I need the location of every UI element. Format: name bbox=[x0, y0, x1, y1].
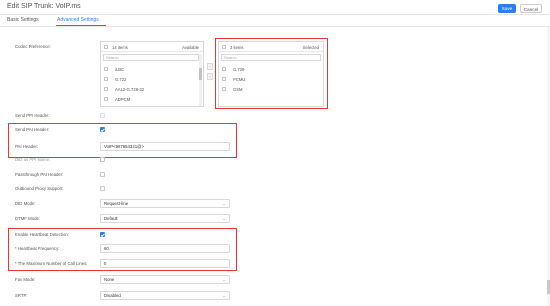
outbound-proxy-checkbox[interactable] bbox=[100, 186, 105, 191]
pai-header-label: PAI Header: bbox=[15, 144, 39, 149]
available-count: 14 items bbox=[112, 44, 128, 50]
pai-header-input[interactable]: VoIP<987654321@> bbox=[100, 142, 230, 151]
chevron-down-icon: ⌄ bbox=[222, 201, 226, 206]
codec-item-label: ADPCM bbox=[115, 96, 131, 102]
passthrough-pai-label: Passthrough PAI Header: bbox=[15, 172, 64, 177]
available-codec-item[interactable]: iLBC bbox=[101, 64, 199, 74]
send-pai-header-label: Send PAI Header: bbox=[15, 127, 50, 132]
move-left-button[interactable]: ‹ bbox=[207, 73, 213, 80]
did-ppi-name-checkbox[interactable] bbox=[100, 157, 105, 162]
cancel-button[interactable]: Cancel bbox=[520, 4, 542, 13]
tab-bar: Basic Settings Advanced Settings bbox=[0, 15, 550, 27]
available-codec-item[interactable]: AAL2-G.726-32 bbox=[101, 84, 199, 94]
send-pai-header-checkbox[interactable] bbox=[100, 127, 105, 132]
available-panel-header: 14 items Available bbox=[101, 42, 203, 52]
page-header: Edit SIP Trunk: VoIP.ms Save Cancel bbox=[0, 0, 550, 15]
send-ppi-header-label: Send PPI Header: bbox=[15, 113, 50, 118]
max-call-lines-label: * The Maximum Number of Call Lines: bbox=[15, 261, 88, 266]
tab-advanced-settings[interactable]: Advanced Settings bbox=[57, 17, 99, 23]
chevron-down-icon: ⌄ bbox=[222, 293, 226, 298]
chevron-down-icon: ⌄ bbox=[222, 277, 226, 282]
available-scrollbar[interactable] bbox=[199, 54, 202, 106]
codec-item-label: AAL2-G.726-32 bbox=[115, 86, 145, 92]
heartbeat-frequency-label: * Heartbeat Frequency: bbox=[15, 246, 60, 251]
fax-mode-label: Fax Mode: bbox=[15, 277, 36, 282]
passthrough-pai-checkbox[interactable] bbox=[100, 172, 105, 177]
active-tab-indicator bbox=[56, 25, 106, 26]
dtmf-mode-select[interactable]: Default ⌄ bbox=[100, 214, 230, 223]
max-call-lines-input[interactable]: 0 bbox=[100, 259, 230, 268]
srtp-label: SRTP: bbox=[15, 293, 28, 298]
heartbeat-label: Enable Heartbeat Detection: bbox=[15, 232, 69, 237]
chevron-down-icon: ⌄ bbox=[222, 216, 226, 221]
available-codec-item[interactable]: G.722 bbox=[101, 74, 199, 84]
available-select-all-checkbox[interactable] bbox=[104, 44, 108, 49]
codec-preference-label: Codec Preference: bbox=[15, 44, 51, 49]
codec-item-label: G.722 bbox=[115, 76, 127, 82]
codec-available-panel: 14 items Available Search iLBC G.722 AAL… bbox=[100, 41, 204, 107]
heartbeat-frequency-input[interactable]: 60 bbox=[100, 244, 230, 253]
save-button[interactable]: Save bbox=[498, 4, 516, 13]
codec-checkbox[interactable] bbox=[104, 87, 108, 91]
page-title: Edit SIP Trunk: VoIP.ms bbox=[7, 3, 81, 10]
move-right-button[interactable]: › bbox=[207, 63, 213, 70]
codec-item-label: iLBC bbox=[115, 66, 125, 72]
codec-checkbox[interactable] bbox=[104, 67, 108, 71]
heartbeat-checkbox[interactable] bbox=[100, 232, 105, 237]
send-ppi-header-checkbox[interactable] bbox=[100, 113, 105, 118]
did-mode-label: DID Mode: bbox=[15, 201, 36, 206]
selected-codecs-highlight bbox=[215, 38, 328, 109]
dtmf-mode-label: DTMF Mode: bbox=[15, 216, 41, 221]
tab-basic-settings[interactable]: Basic Settings bbox=[7, 17, 39, 23]
outbound-proxy-label: Outbound Proxy Support: bbox=[15, 186, 64, 191]
srtp-value: Disabled bbox=[104, 293, 121, 298]
codec-checkbox[interactable] bbox=[104, 97, 108, 101]
codec-checkbox[interactable] bbox=[104, 77, 108, 81]
available-search-input[interactable]: Search bbox=[103, 54, 199, 61]
srtp-select[interactable]: Disabled ⌄ bbox=[100, 291, 230, 300]
fax-mode-select[interactable]: None ⌄ bbox=[100, 275, 230, 284]
did-mode-select[interactable]: Request-line ⌄ bbox=[100, 199, 230, 208]
dtmf-mode-value: Default bbox=[104, 216, 118, 221]
available-title: Available bbox=[182, 44, 199, 50]
did-ppi-name-label: DID as PPI Name: bbox=[15, 157, 51, 162]
fax-mode-value: None bbox=[104, 277, 115, 282]
available-scroll-thumb[interactable] bbox=[199, 68, 202, 80]
did-mode-value: Request-line bbox=[104, 201, 129, 206]
available-codec-item[interactable]: ADPCM bbox=[101, 94, 199, 104]
